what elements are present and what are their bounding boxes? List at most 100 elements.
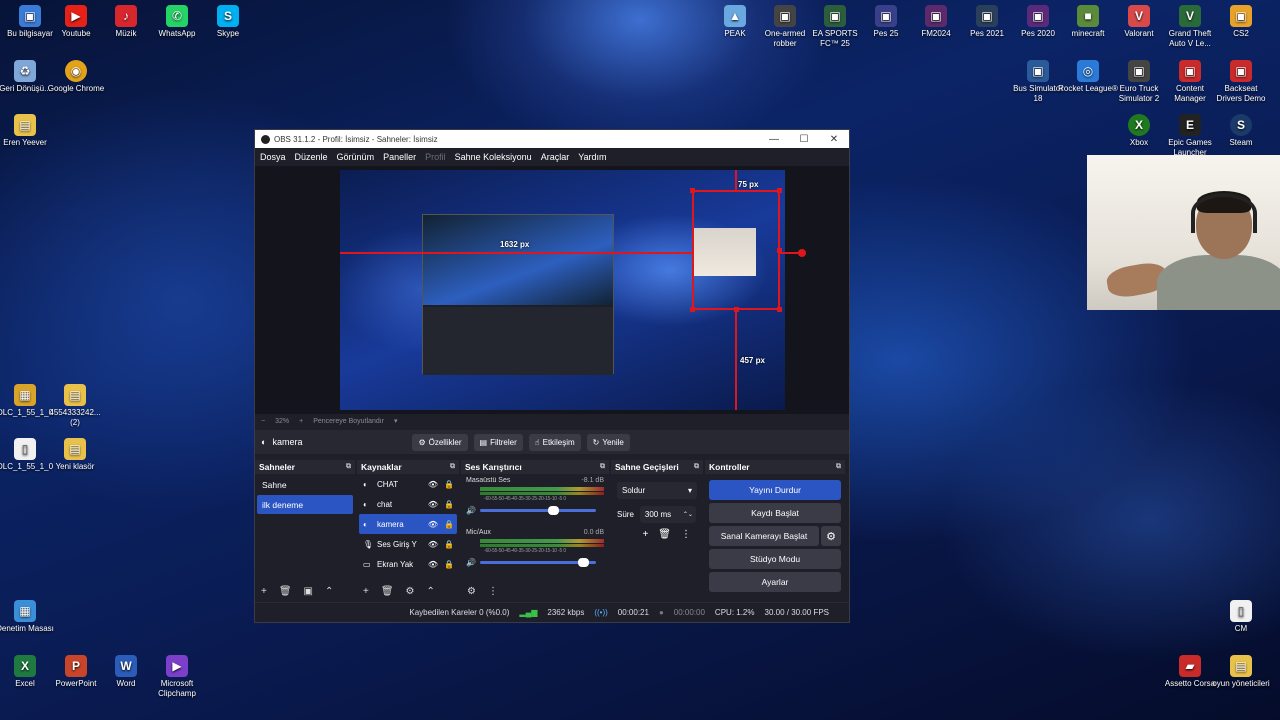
speaker-icon[interactable]: 🔊 bbox=[466, 506, 480, 515]
cs2-icon[interactable]: ▣ CS2 bbox=[1211, 5, 1271, 39]
maximize-button[interactable]: ☐ bbox=[789, 134, 819, 145]
eye-icon[interactable]: 👁 bbox=[425, 500, 441, 509]
resize-handle[interactable] bbox=[690, 307, 695, 312]
transition-select[interactable]: Soldur ▾ bbox=[617, 482, 697, 499]
menu-docks[interactable]: Paneller bbox=[383, 152, 416, 162]
selected-source-box[interactable] bbox=[690, 188, 782, 312]
filters-button[interactable]: ▤ Filtreler bbox=[473, 433, 523, 451]
scene-item[interactable]: Sahne bbox=[257, 475, 353, 494]
popout-icon[interactable]: ⧉ bbox=[694, 463, 699, 471]
lock-icon[interactable]: 🔒 bbox=[441, 500, 457, 509]
refresh-button[interactable]: ↻ Yenile bbox=[586, 433, 630, 451]
minimize-button[interactable]: — bbox=[759, 134, 789, 145]
popout-icon[interactable]: ⧉ bbox=[346, 463, 351, 471]
preview-canvas[interactable]: 75 px 1632 px 457 px bbox=[340, 170, 806, 410]
settings-button[interactable]: Ayarlar bbox=[709, 572, 841, 592]
studio-mode-button[interactable]: Stüdyo Modu bbox=[709, 549, 841, 569]
resize-handle[interactable] bbox=[690, 188, 695, 193]
zoom-out-button[interactable]: − bbox=[261, 418, 265, 425]
menu-edit[interactable]: Düzenle bbox=[295, 152, 328, 162]
volume-slider-knob[interactable] bbox=[578, 558, 589, 567]
lock-icon[interactable]: 🔒 bbox=[441, 560, 457, 569]
more-icon[interactable]: ⋮ bbox=[488, 586, 498, 597]
lock-icon[interactable]: 🔒 bbox=[441, 520, 457, 529]
menu-file[interactable]: Dosya bbox=[260, 152, 286, 162]
scene-transitions-dock: Sahne Geçişleri ⧉ Soldur ▾ Süre 300 ms ⌃⌄ +… bbox=[611, 460, 703, 600]
level-meter bbox=[480, 487, 604, 491]
more-icon[interactable]: ⋮ bbox=[681, 529, 691, 540]
speaker-icon[interactable]: 🔊 bbox=[466, 558, 480, 567]
preview-area[interactable]: 75 px 1632 px 457 px bbox=[255, 166, 849, 414]
eye-icon[interactable]: 👁 bbox=[425, 480, 441, 489]
scene-item[interactable]: ilk deneme bbox=[257, 495, 353, 514]
skype-icon[interactable]: S Skype bbox=[198, 5, 258, 39]
lock-icon[interactable]: 🔒 bbox=[441, 540, 457, 549]
add-icon[interactable]: + bbox=[261, 586, 267, 597]
start-virtual-camera-button[interactable]: Sanal Kamerayı Başlat bbox=[709, 526, 819, 546]
filter-icon[interactable]: ▣ bbox=[304, 586, 313, 597]
eye-icon[interactable]: 👁 bbox=[425, 520, 441, 529]
menu-scene-collection[interactable]: Sahne Koleksiyonu bbox=[455, 152, 532, 162]
volume-slider-knob[interactable] bbox=[548, 506, 559, 515]
menu-view[interactable]: Görünüm bbox=[337, 152, 375, 162]
volume-slider[interactable] bbox=[480, 506, 596, 515]
folder-icon[interactable]: ▤ 4554333242... (2) bbox=[45, 384, 105, 428]
eye-icon[interactable]: 👁 bbox=[425, 560, 441, 569]
add-icon[interactable]: + bbox=[363, 586, 369, 597]
add-icon[interactable]: + bbox=[642, 529, 648, 540]
start-recording-button[interactable]: Kaydı Başlat bbox=[709, 503, 841, 523]
lock-icon[interactable]: 🔒 bbox=[441, 480, 457, 489]
resize-handle[interactable] bbox=[777, 248, 782, 253]
transitions-header: Sahne Geçişleri ⧉ bbox=[611, 460, 703, 474]
browser-source-icon: ◐ bbox=[363, 499, 368, 509]
duration-input[interactable]: 300 ms ⌃⌄ bbox=[639, 506, 696, 523]
popout-icon[interactable]: ⧉ bbox=[836, 463, 841, 471]
properties-button[interactable]: ⚙ Özellikler bbox=[412, 433, 468, 451]
bitrate: 2362 kbps bbox=[547, 608, 585, 617]
zoom-in-button[interactable]: + bbox=[299, 418, 303, 425]
chrome-icon[interactable]: ◉ Google Chrome bbox=[46, 60, 106, 94]
settings-icon[interactable]: ⚙ bbox=[467, 586, 476, 597]
folder-icon[interactable]: ▤ Yeni klasör bbox=[45, 438, 105, 472]
steam-icon[interactable]: S Steam bbox=[1211, 114, 1271, 148]
menu-help[interactable]: Yardım bbox=[578, 152, 606, 162]
stop-streaming-button[interactable]: Yayını Durdur bbox=[709, 480, 841, 500]
file-icon[interactable]: ▯ CM bbox=[1211, 600, 1271, 634]
source-item[interactable]: ◐ kamera 👁 🔒 bbox=[359, 514, 457, 534]
source-item[interactable]: 🎙 Ses Giriş Y 👁 🔒 bbox=[359, 534, 457, 554]
source-item[interactable]: ◐ chat 👁 🔒 bbox=[359, 494, 457, 514]
folder-icon[interactable]: ▤ oyun yöneticileri bbox=[1211, 655, 1271, 689]
source-toolbar: ◐ kamera ⚙ Özellikler ▤ Filtreler ☝ Etkileş… bbox=[255, 430, 849, 454]
interact-button[interactable]: ☝ Etkileşim bbox=[528, 433, 581, 451]
close-button[interactable]: ✕ bbox=[819, 134, 849, 145]
popout-icon[interactable]: ⧉ bbox=[450, 463, 455, 471]
zoom-level: 32% bbox=[275, 417, 290, 425]
control-panel-icon[interactable]: ▦ Denetim Masası bbox=[0, 600, 55, 634]
chevron-up-icon[interactable]: ⌃ bbox=[427, 586, 435, 597]
trash-icon[interactable]: 🗑 bbox=[658, 529, 671, 540]
chevron-down-icon[interactable]: ▾ bbox=[394, 417, 398, 425]
volume-slider[interactable] bbox=[480, 558, 596, 567]
gear-icon[interactable]: ⚙ bbox=[406, 586, 415, 597]
menu-profile[interactable]: Profil bbox=[425, 152, 446, 162]
source-item[interactable]: ◐ CHAT 👁 🔒 bbox=[359, 474, 457, 494]
resize-handle[interactable] bbox=[777, 188, 782, 193]
backseat-drivers-icon[interactable]: ▣ Backseat Drivers Demo bbox=[1211, 60, 1271, 104]
resize-handle[interactable] bbox=[777, 307, 782, 312]
popout-icon[interactable]: ⧉ bbox=[600, 463, 605, 471]
fit-to-window-select[interactable]: Pencereye Boyutlandır bbox=[313, 418, 384, 425]
gear-icon[interactable]: ⚙ bbox=[821, 526, 841, 546]
menu-tools[interactable]: Araçlar bbox=[541, 152, 570, 162]
mixer-footer: ⚙ ⋮ bbox=[461, 582, 609, 600]
spin-icon[interactable]: ⌃⌄ bbox=[683, 511, 693, 518]
left-distance-label: 1632 px bbox=[500, 240, 530, 249]
source-item[interactable]: ▭ Ekran Yak 👁 🔒 bbox=[359, 554, 457, 574]
eye-icon[interactable]: 👁 bbox=[425, 540, 441, 549]
resize-handle[interactable] bbox=[734, 307, 739, 312]
scenes-header: Sahneler ⧉ bbox=[255, 460, 355, 474]
chevron-up-icon[interactable]: ⌃ bbox=[325, 586, 333, 597]
folder-icon[interactable]: ▤ Eren Yeever bbox=[0, 114, 55, 148]
trash-icon[interactable]: 🗑 bbox=[381, 586, 394, 597]
clipchamp-icon[interactable]: ▶ Microsoft Clipchamp bbox=[147, 655, 207, 699]
trash-icon[interactable]: 🗑 bbox=[279, 586, 292, 597]
